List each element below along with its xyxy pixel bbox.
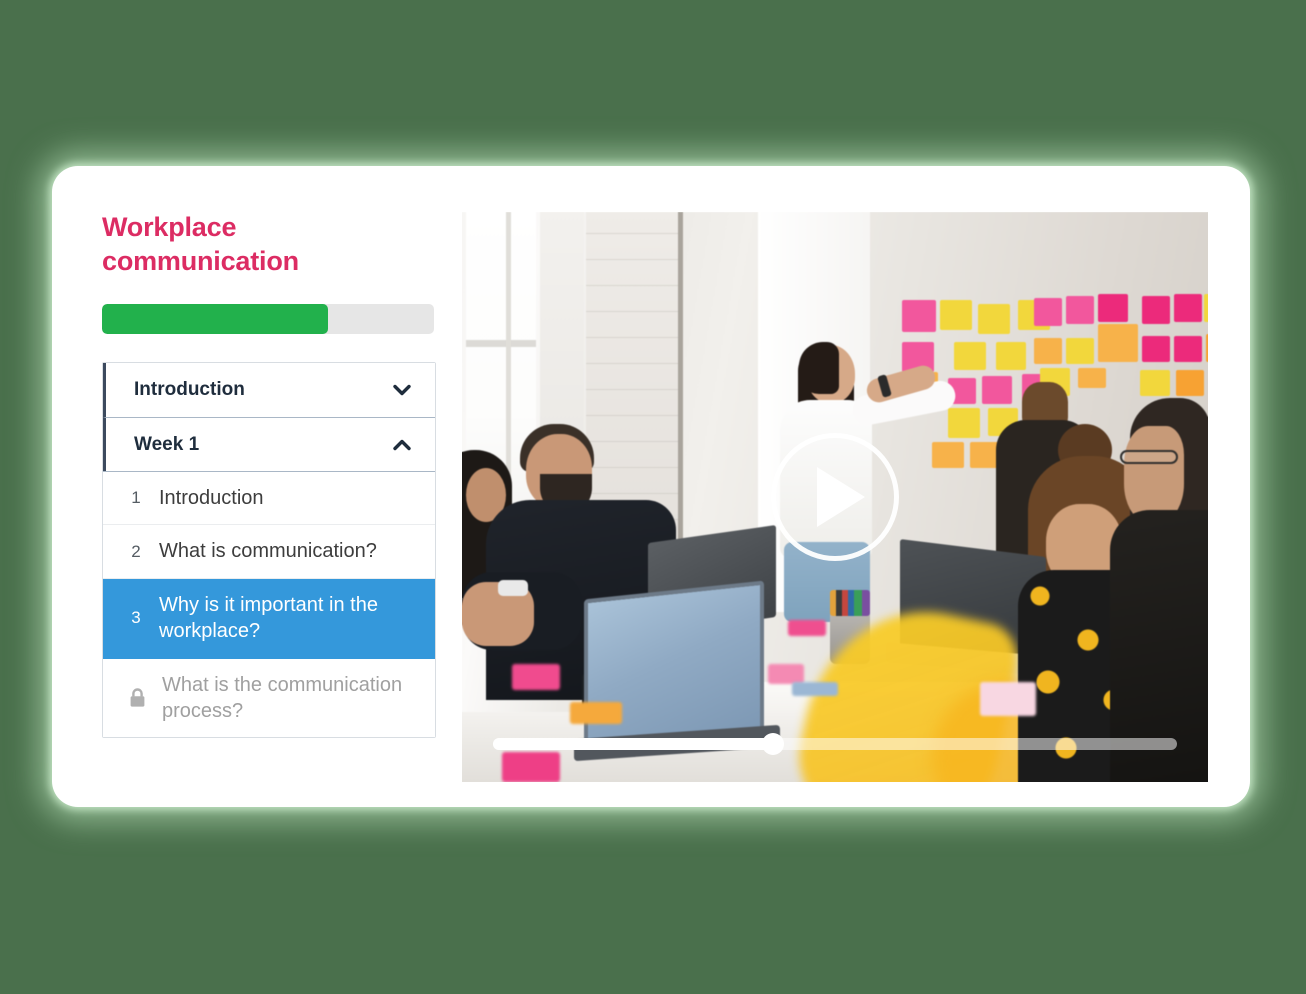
sticky-note bbox=[1034, 338, 1062, 364]
desk-sticky-note bbox=[502, 752, 560, 782]
sticky-note bbox=[1140, 370, 1170, 396]
video-progress-bar[interactable] bbox=[493, 733, 1177, 755]
desk-sticky-note bbox=[512, 664, 560, 690]
sticky-note bbox=[940, 300, 972, 330]
course-progress-bar bbox=[102, 304, 434, 335]
lesson-title: What is the communication process? bbox=[162, 673, 403, 722]
accordion-section-introduction[interactable]: Introduction bbox=[103, 363, 435, 418]
video-player[interactable] bbox=[462, 212, 1208, 782]
sticky-note bbox=[1034, 298, 1062, 326]
course-player-card: Workplace communication Introduction Wee… bbox=[52, 166, 1250, 807]
wall-pipe bbox=[678, 212, 683, 582]
lesson-list: 1 Introduction 2 What is communication? … bbox=[103, 471, 435, 738]
course-title: Workplace communication bbox=[102, 212, 299, 277]
accordion-section-label: Week 1 bbox=[134, 433, 200, 455]
accordion-section-label: Introduction bbox=[134, 379, 245, 401]
sticky-note bbox=[1204, 294, 1208, 322]
chevron-up-icon[interactable] bbox=[391, 434, 413, 456]
sticky-note bbox=[1176, 370, 1204, 396]
sticky-note bbox=[954, 342, 986, 370]
pens bbox=[830, 590, 870, 616]
sticky-note bbox=[948, 408, 980, 438]
lesson-title: Introduction bbox=[159, 487, 264, 510]
sticky-note bbox=[902, 300, 936, 332]
desk-sticky-note bbox=[570, 702, 622, 724]
desk-sticky-note bbox=[792, 682, 838, 696]
sticky-note bbox=[1098, 294, 1128, 322]
lesson-number: 3 bbox=[131, 608, 141, 628]
person-with-glasses bbox=[1124, 426, 1184, 522]
sticky-note bbox=[1142, 336, 1170, 362]
desk-sticky-note bbox=[768, 664, 804, 684]
sticky-note bbox=[1142, 296, 1170, 324]
sticky-note bbox=[982, 376, 1012, 404]
sticky-note bbox=[1078, 368, 1106, 388]
lesson-number: 2 bbox=[131, 541, 141, 561]
accordion-section-week-1[interactable]: Week 1 bbox=[103, 417, 435, 472]
sticky-note bbox=[978, 304, 1010, 334]
sticky-note bbox=[1098, 324, 1138, 362]
video-progress-fill bbox=[493, 738, 774, 750]
play-icon bbox=[817, 467, 865, 527]
presenter-person bbox=[799, 342, 839, 394]
sticky-note bbox=[1206, 334, 1208, 362]
course-outline-accordion: Introduction Week 1 1 Introduction 2 Wha… bbox=[102, 362, 436, 739]
sticky-note bbox=[1174, 294, 1202, 322]
course-progress-fill bbox=[102, 304, 328, 335]
play-button[interactable] bbox=[771, 433, 899, 561]
sticky-note bbox=[996, 342, 1026, 370]
wristwatch bbox=[498, 580, 528, 596]
sticky-note bbox=[932, 442, 964, 468]
lesson-item-4-locked: What is the communication process? bbox=[103, 659, 435, 738]
lesson-item-1[interactable]: 1 Introduction bbox=[103, 472, 435, 526]
eyeglasses bbox=[1120, 450, 1178, 464]
chevron-down-icon[interactable] bbox=[391, 379, 413, 401]
sticky-note bbox=[1174, 336, 1202, 362]
lock-icon bbox=[129, 688, 146, 708]
lesson-title: Why is it important in the workplace? bbox=[159, 593, 378, 643]
sticky-note bbox=[1066, 296, 1094, 324]
window-mullion bbox=[466, 340, 536, 347]
desk-sticky-note bbox=[980, 682, 1036, 716]
sticky-note bbox=[1066, 338, 1094, 364]
lesson-title: What is communication? bbox=[159, 540, 377, 563]
lesson-item-3-active[interactable]: 3 Why is it important in the workplace? bbox=[103, 578, 435, 659]
desk-sticky-note bbox=[788, 620, 826, 636]
course-sidebar: Workplace communication Introduction Wee… bbox=[102, 210, 436, 739]
lesson-number: 1 bbox=[131, 488, 141, 508]
lesson-item-2[interactable]: 2 What is communication? bbox=[103, 525, 435, 579]
